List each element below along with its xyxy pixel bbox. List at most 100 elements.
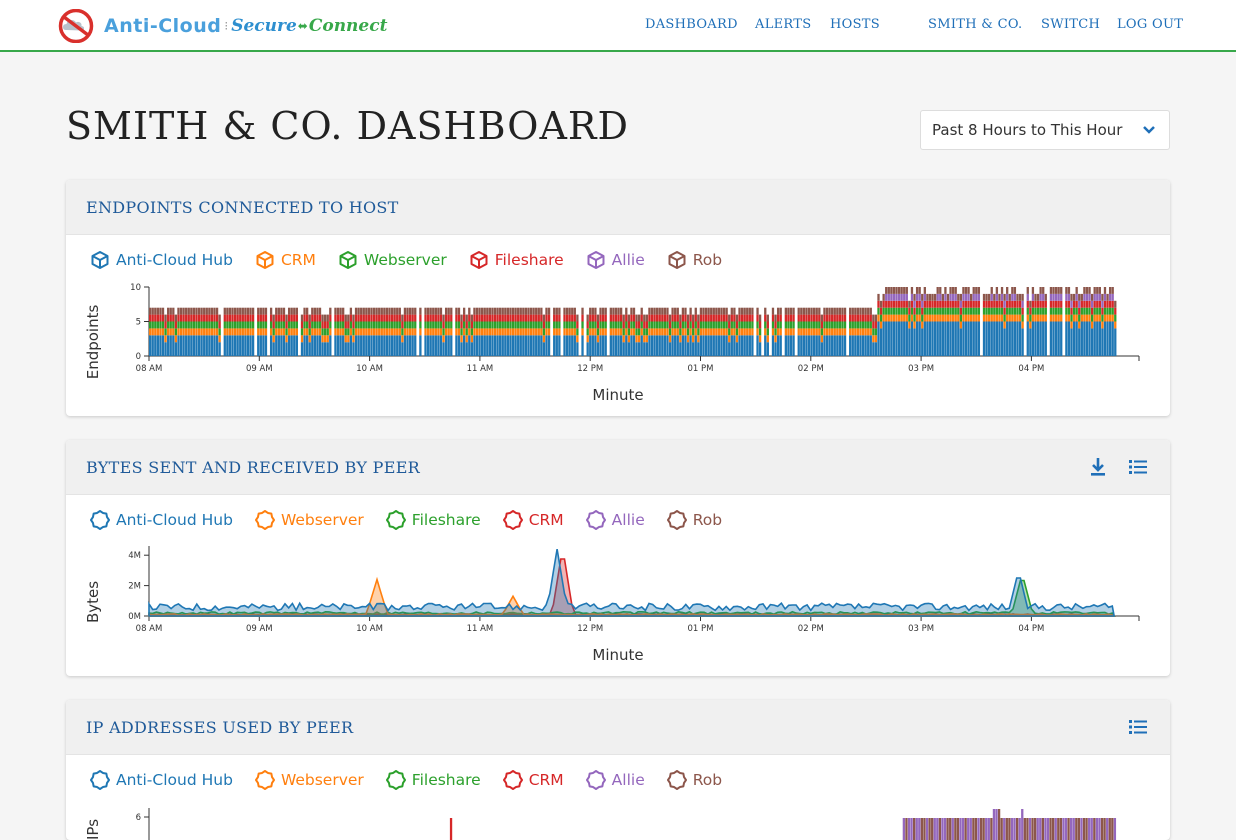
bar-fileshare[interactable] [277,314,280,322]
bar-fileshare[interactable] [823,314,826,322]
bar-fileshare[interactable] [717,314,721,322]
bar-rob[interactable] [527,307,530,315]
bar-fileshare[interactable] [241,314,244,322]
bar-anti-cloud-hub[interactable] [527,335,530,356]
bar-crm[interactable] [496,328,499,336]
bar-crm[interactable] [179,328,183,336]
bar-webserver[interactable] [931,307,934,315]
bar-crm[interactable] [931,314,934,322]
bar-crm[interactable] [151,328,154,336]
bar-webserver[interactable] [308,328,311,336]
bar-crm[interactable] [344,335,347,343]
bar-anti-cloud-hub[interactable] [1057,321,1060,357]
bar-rob[interactable] [455,307,458,315]
bar-rob[interactable] [473,307,476,315]
bar-webserver[interactable] [486,321,489,329]
bar-fileshare[interactable] [728,321,731,329]
bar-fileshare[interactable] [1018,300,1022,308]
bar-webserver[interactable] [547,321,551,329]
bar-anti-cloud-hub[interactable] [167,335,170,356]
bar-anti-cloud-hub[interactable] [179,335,183,356]
bar-rob[interactable] [1080,818,1083,840]
bar-rob[interactable] [419,307,422,315]
bar-anti-cloud-hub[interactable] [895,321,898,357]
nav-hosts[interactable]: HOSTS [830,17,880,32]
bar-fileshare[interactable] [666,314,669,322]
bar-crm[interactable] [702,328,705,336]
bar-rob[interactable] [1049,287,1053,294]
bar-webserver[interactable] [887,307,890,315]
bar-fileshare[interactable] [179,314,183,322]
bar-anti-cloud-hub[interactable] [1083,321,1086,357]
bar-crm[interactable] [746,328,749,336]
bar-rob[interactable] [272,314,275,322]
bar-rob[interactable] [949,818,952,840]
bar-crm[interactable] [1072,314,1076,322]
bar-anti-cloud-hub[interactable] [380,335,383,356]
bar-webserver[interactable] [663,321,667,329]
bar-webserver[interactable] [854,321,857,329]
bar-rob[interactable] [874,314,878,322]
bar-webserver[interactable] [1034,307,1037,315]
bar-crm[interactable] [1093,314,1096,322]
bar-crm[interactable] [303,328,306,336]
bar-webserver[interactable] [813,321,816,329]
bar-crm[interactable] [900,314,903,322]
bar-anti-cloud-hub[interactable] [190,335,193,356]
bar-fileshare[interactable] [831,314,834,322]
bar-webserver[interactable] [789,321,793,329]
bar-webserver[interactable] [519,321,522,329]
bar-anti-cloud-hub[interactable] [787,335,790,356]
bar-webserver[interactable] [390,321,394,329]
bar-rob[interactable] [908,300,911,308]
bar-fileshare[interactable] [1108,300,1112,308]
bar-anti-cloud-hub[interactable] [936,321,939,357]
bar-rob[interactable] [1018,818,1021,840]
bar-anti-cloud-hub[interactable] [390,335,394,356]
bar-rob[interactable] [622,314,625,322]
bar-rob[interactable] [1114,300,1117,308]
bar-fileshare[interactable] [442,321,445,329]
bar-rob[interactable] [573,307,576,315]
bar-crm[interactable] [861,328,865,336]
bar-anti-cloud-hub[interactable] [856,335,860,356]
bar-rob[interactable] [982,818,985,840]
bar-fileshare[interactable] [264,314,268,322]
bar-webserver[interactable] [895,307,898,315]
bar-fileshare[interactable] [365,314,368,322]
bar-allie[interactable] [949,293,952,301]
bar-rob[interactable] [807,307,811,315]
bar-anti-cloud-hub[interactable] [740,335,744,356]
bar-fileshare[interactable] [262,314,265,322]
bar-crm[interactable] [1029,321,1032,329]
bar-rob[interactable] [694,307,697,315]
bar-crm[interactable] [792,328,795,336]
bar-fileshare[interactable] [357,314,360,322]
bar-webserver[interactable] [692,328,695,336]
bar-anti-cloud-hub[interactable] [393,335,396,356]
bar-anti-cloud-hub[interactable] [303,335,306,356]
bar-webserver[interactable] [442,328,445,336]
bar-crm[interactable] [1078,321,1081,329]
bar-anti-cloud-hub[interactable] [1072,321,1076,357]
bar-anti-cloud-hub[interactable] [988,321,991,357]
bar-webserver[interactable] [493,321,497,329]
bar-rob[interactable] [648,307,651,315]
bar-anti-cloud-hub[interactable] [457,335,461,356]
bar-anti-cloud-hub[interactable] [648,335,651,356]
bar-webserver[interactable] [792,321,795,329]
bar-fileshare[interactable] [177,314,180,322]
bar-webserver[interactable] [1011,307,1014,315]
bar-webserver[interactable] [874,328,878,336]
bar-rob[interactable] [861,307,865,315]
bar-rob[interactable] [1075,818,1078,840]
bar-fileshare[interactable] [1052,300,1055,308]
bar-anti-cloud-hub[interactable] [1021,328,1024,356]
bar-anti-cloud-hub[interactable] [1098,321,1101,357]
bar-fileshare[interactable] [172,314,175,322]
bar-anti-cloud-hub[interactable] [262,335,265,356]
bar-anti-cloud-hub[interactable] [524,335,528,356]
bar-rob[interactable] [987,818,990,840]
bar-crm[interactable] [573,328,576,336]
bar-rob[interactable] [532,307,535,315]
